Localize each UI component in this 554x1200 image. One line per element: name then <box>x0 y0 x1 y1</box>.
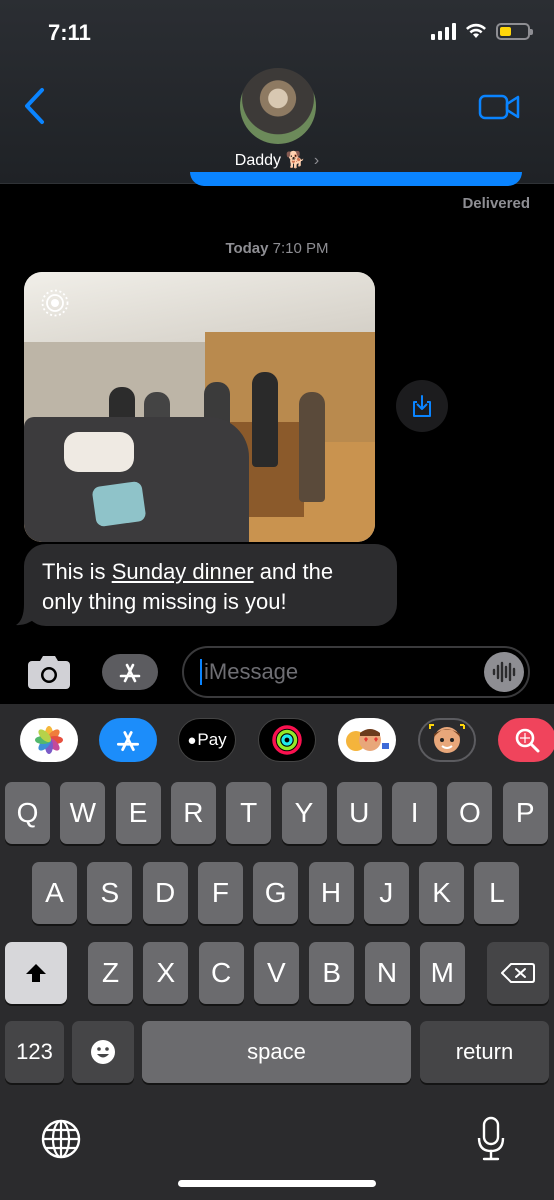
key-w[interactable]: W <box>60 782 106 844</box>
timestamp-day: Today <box>225 240 269 257</box>
cellular-signal-icon <box>431 22 456 40</box>
imessage-input[interactable]: iMessage <box>182 646 530 698</box>
key-v[interactable]: V <box>253 942 299 1004</box>
chevron-right-icon: › <box>313 152 320 169</box>
activity-rings-icon[interactable] <box>258 718 316 762</box>
key-h[interactable]: H <box>308 862 354 924</box>
event-link[interactable]: Sunday dinner <box>112 559 254 584</box>
shift-key[interactable] <box>5 942 67 1004</box>
key-l[interactable]: L <box>474 862 520 924</box>
key-j[interactable]: J <box>363 862 409 924</box>
apple-logo-icon: ● <box>187 731 197 749</box>
text-caret <box>200 659 202 685</box>
contact-name: Daddy <box>234 152 282 169</box>
images-search-icon[interactable] <box>498 718 554 762</box>
key-f[interactable]: F <box>197 862 243 924</box>
key-d[interactable]: D <box>142 862 188 924</box>
key-t[interactable]: T <box>226 782 272 844</box>
key-s[interactable]: S <box>87 862 133 924</box>
key-r[interactable]: R <box>170 782 216 844</box>
emoji-key[interactable] <box>72 1021 134 1083</box>
key-y[interactable]: Y <box>281 782 327 844</box>
numbers-key[interactable]: 123 <box>5 1021 64 1083</box>
key-a[interactable]: A <box>32 862 77 924</box>
key-n[interactable]: N <box>364 942 410 1004</box>
emoji-face-icon <box>91 1040 115 1064</box>
key-k[interactable]: K <box>419 862 465 924</box>
app-store-icon <box>119 663 141 683</box>
app-store-app-icon[interactable] <box>99 718 157 762</box>
conversation-header: 7:11 Daddy 🐕 › <box>0 0 554 184</box>
backspace-icon <box>501 963 535 983</box>
app-store-drawer-button[interactable] <box>102 654 158 690</box>
key-x[interactable]: X <box>143 942 189 1004</box>
input-placeholder: iMessage <box>204 659 299 684</box>
status-icons <box>431 22 533 40</box>
timestamp-time: 7:10 PM <box>272 240 329 257</box>
wifi-icon <box>466 23 486 38</box>
facetime-video-icon[interactable] <box>478 93 520 121</box>
return-key[interactable]: return <box>420 1021 549 1083</box>
live-photo-attachment[interactable] <box>24 272 375 542</box>
key-o[interactable]: O <box>447 782 493 844</box>
imessage-app-strip: ● Pay <box>0 718 554 766</box>
memoji-stickers-icon[interactable] <box>338 718 396 762</box>
globe-icon[interactable] <box>40 1118 82 1160</box>
dictation-mic-icon[interactable] <box>476 1116 506 1162</box>
key-u[interactable]: U <box>336 782 382 844</box>
contact-name-button[interactable]: Daddy 🐕 › <box>0 150 554 170</box>
delivered-status: Delivered <box>462 195 530 212</box>
live-photo-icon <box>41 289 69 317</box>
contact-avatar[interactable] <box>240 68 316 144</box>
save-photo-button[interactable] <box>396 380 448 432</box>
message-text-start: This is <box>42 559 112 584</box>
photos-app-icon[interactable] <box>20 718 78 762</box>
key-e[interactable]: E <box>115 782 161 844</box>
home-indicator <box>178 1180 376 1187</box>
key-m[interactable]: M <box>419 942 465 1004</box>
key-c[interactable]: C <box>198 942 244 1004</box>
camera-icon[interactable] <box>24 652 74 692</box>
key-q[interactable]: Q <box>5 782 50 844</box>
battery-icon <box>496 22 533 40</box>
delete-key[interactable] <box>487 942 549 1004</box>
key-p[interactable]: P <box>502 782 548 844</box>
animoji-icon[interactable] <box>418 718 476 762</box>
key-g[interactable]: G <box>253 862 299 924</box>
shift-arrow-icon <box>26 964 46 982</box>
back-chevron-icon[interactable] <box>20 86 50 126</box>
key-z[interactable]: Z <box>88 942 133 1004</box>
message-timestamp: Today 7:10 PM <box>0 240 554 257</box>
apple-pay-icon[interactable]: ● Pay <box>178 718 236 762</box>
download-icon <box>413 395 431 417</box>
incoming-message-bubble[interactable]: This is Sunday dinner and the only thing… <box>24 544 397 626</box>
key-b[interactable]: B <box>309 942 355 1004</box>
bubble-tail <box>16 604 36 626</box>
key-i[interactable]: I <box>392 782 438 844</box>
previous-outgoing-bubble[interactable] <box>190 172 522 186</box>
audio-message-button[interactable] <box>484 652 524 692</box>
apple-pay-label: Pay <box>197 730 227 749</box>
waveform-icon <box>492 661 516 683</box>
status-time: 7:11 <box>48 20 91 45</box>
space-key[interactable]: space <box>142 1021 411 1083</box>
dog-emoji: 🐕 <box>285 152 306 169</box>
